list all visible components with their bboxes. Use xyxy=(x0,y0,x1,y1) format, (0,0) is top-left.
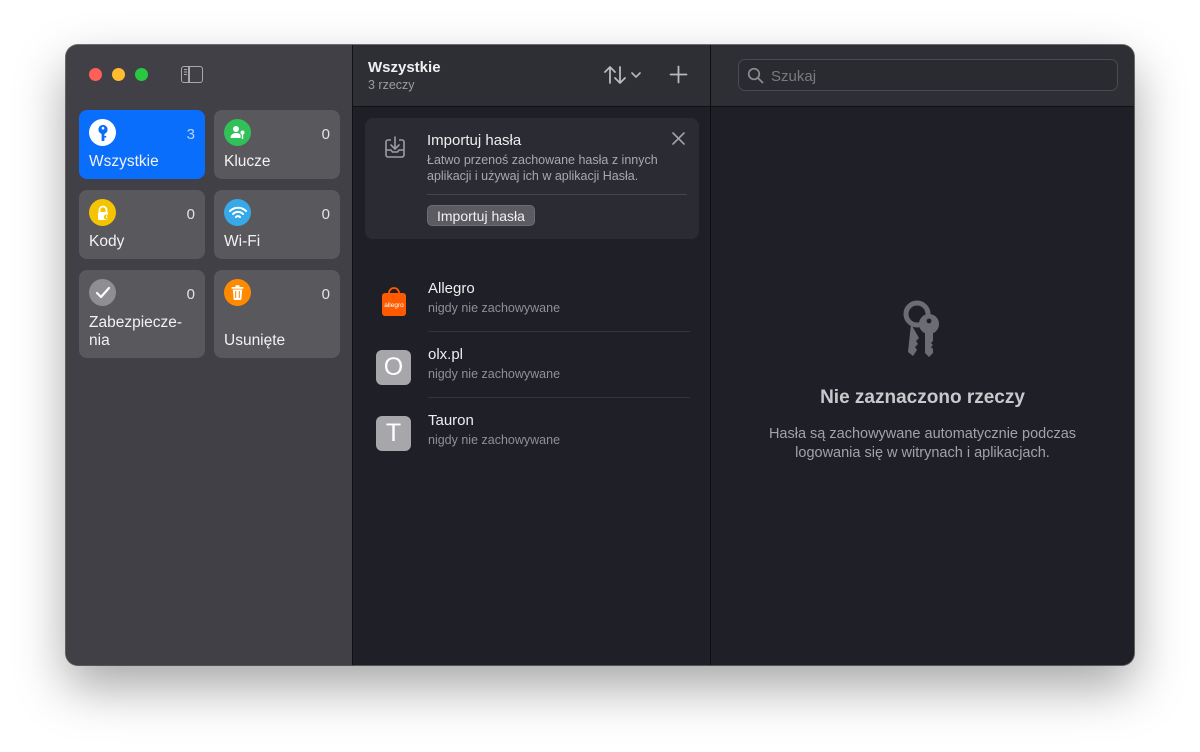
list-item-tauron[interactable]: T Tauron nigdy nie zachowywane xyxy=(353,398,710,464)
category-tile-deleted[interactable]: 0 Usunięte xyxy=(214,270,340,358)
letter-avatar: T xyxy=(376,416,411,451)
item-subtitle: nigdy nie zachowywane xyxy=(428,433,561,447)
import-card-description: Łatwo przenoś zachowane hasła z innych a… xyxy=(427,153,658,183)
import-passwords-card: Importuj hasła Łatwo przenoś zachowane h… xyxy=(365,118,699,239)
category-count: 0 xyxy=(186,206,195,223)
empty-state-line1: Hasła są zachowywane automatycznie podcz… xyxy=(768,426,1077,442)
sidebar-toggle-icon[interactable] xyxy=(181,66,203,83)
category-label: Usunięte xyxy=(224,332,286,349)
sidebar: 3 Wszystkie 0 Klucze 0 Kody 0 Wi-Fi 0 Za… xyxy=(66,45,353,665)
detail-pane: Nie zaznaczono rzeczy Hasła są zachowywa… xyxy=(711,45,1134,665)
category-tile-codes[interactable]: 0 Kody xyxy=(79,190,205,259)
items-list-pane: Wszystkie 3 rzeczy Importuj hasła Łatwo … xyxy=(353,45,711,665)
sort-button[interactable] xyxy=(603,65,641,85)
category-tile-all[interactable]: 3 Wszystkie xyxy=(79,110,205,179)
trash-icon xyxy=(224,279,251,306)
import-passwords-button[interactable]: Importuj hasła xyxy=(427,205,535,226)
close-window-button[interactable] xyxy=(89,68,102,81)
category-label-line1: Zabezpiecze- xyxy=(89,314,183,331)
list-header: Wszystkie 3 rzeczy xyxy=(353,45,710,107)
category-count: 0 xyxy=(321,126,330,143)
category-tile-security[interactable]: 0 Zabezpiecze- nia xyxy=(79,270,205,358)
search-field[interactable] xyxy=(738,59,1118,91)
list-title: Wszystkie xyxy=(368,59,441,76)
dismiss-import-button[interactable] xyxy=(672,132,685,150)
checkmark-icon xyxy=(89,279,116,306)
passwords-window: 3 Wszystkie 0 Klucze 0 Kody 0 Wi-Fi 0 Za… xyxy=(66,45,1134,665)
list-item-olx[interactable]: O olx.pl nigdy nie zachowywane xyxy=(353,332,710,398)
category-count: 3 xyxy=(186,126,195,143)
empty-state-line2: logowania się w witrynach i aplikacjach. xyxy=(795,445,1050,461)
category-label: Wi-Fi xyxy=(224,233,261,250)
allegro-logo-text: allegro xyxy=(384,302,404,309)
category-tile-wifi[interactable]: 0 Wi-Fi xyxy=(214,190,340,259)
list-item-allegro[interactable]: allegro Allegro nigdy nie zachowywane xyxy=(353,266,710,332)
category-label: Wszystkie xyxy=(89,153,159,170)
divider xyxy=(427,194,687,195)
minimize-window-button[interactable] xyxy=(112,68,125,81)
category-label-line2: nia xyxy=(89,332,110,349)
list-subtitle: 3 rzeczy xyxy=(368,78,415,92)
keys-icon xyxy=(901,299,943,364)
item-title: Tauron xyxy=(428,412,474,429)
category-label: Zabezpiecze- nia xyxy=(89,314,182,350)
wifi-icon xyxy=(224,199,251,226)
letter-avatar: O xyxy=(376,350,411,385)
item-title: olx.pl xyxy=(428,346,464,363)
zoom-window-button[interactable] xyxy=(135,68,148,81)
item-subtitle: nigdy nie zachowywane xyxy=(428,367,561,381)
sort-arrows-icon xyxy=(604,66,626,84)
close-icon xyxy=(672,132,685,145)
category-tile-passkeys[interactable]: 0 Klucze xyxy=(214,110,340,179)
category-label: Klucze xyxy=(224,153,271,170)
search-icon xyxy=(747,67,764,84)
category-count: 0 xyxy=(321,286,330,303)
item-title: Allegro xyxy=(428,280,475,297)
import-tray-icon xyxy=(383,136,407,165)
empty-state-title: Nie zaznaczono rzeczy xyxy=(820,387,1025,408)
category-label: Kody xyxy=(89,233,125,250)
item-subtitle: nigdy nie zachowywane xyxy=(428,301,561,315)
lock-icon xyxy=(89,199,116,226)
detail-header xyxy=(711,45,1134,107)
add-item-button[interactable] xyxy=(669,65,688,89)
key-icon xyxy=(89,119,116,146)
category-count: 0 xyxy=(186,286,195,303)
category-count: 0 xyxy=(321,206,330,223)
allegro-favicon-icon: allegro xyxy=(376,284,411,319)
search-input[interactable] xyxy=(769,64,1103,88)
window-controls xyxy=(89,68,148,81)
plus-icon xyxy=(669,65,688,84)
chevron-down-icon xyxy=(631,72,641,79)
empty-state-description: Hasła są zachowywane automatycznie podcz… xyxy=(711,425,1134,463)
import-card-title: Importuj hasła xyxy=(427,132,522,149)
passkey-person-icon xyxy=(224,119,251,146)
